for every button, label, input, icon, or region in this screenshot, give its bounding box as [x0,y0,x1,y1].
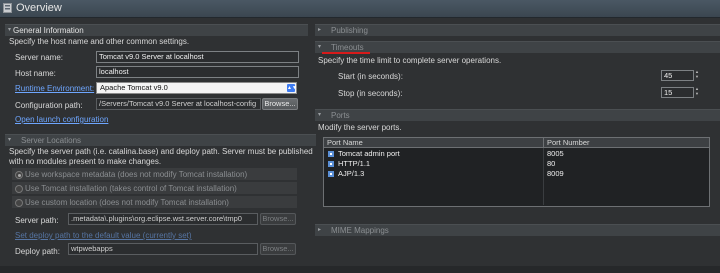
stop-timeout-field[interactable]: 15 [661,87,694,98]
server-icon [3,3,12,13]
collapse-icon: ▾ [8,27,12,33]
set-default-deploy-path-link[interactable]: Set deploy path to the default value (cu… [15,231,192,240]
column-port-number[interactable]: Port Number [544,138,709,148]
server-path-browse-button[interactable]: Browse... [260,213,296,225]
server-locations-description-1: Specify the server path (i.e. catalina.b… [9,147,313,156]
port-number-cell[interactable]: 80 [547,159,555,169]
server-locations-description-2: with no modules present to make changes. [9,157,162,166]
port-number-cell[interactable]: 8005 [547,149,564,159]
collapse-icon: ▾ [8,137,12,143]
port-name-cell: AJP/1.3 [338,169,365,178]
timeouts-header[interactable]: ▾ Timeouts [315,41,720,53]
open-launch-configuration-link[interactable]: Open launch configuration [15,115,108,124]
stop-timeout-stepper-icon[interactable]: ▲ ▼ [694,86,700,97]
ports-description: Modify the server ports. [318,123,402,132]
deploy-path-field[interactable]: wtpwebapps [68,243,258,255]
table-row[interactable]: AJP/1.3 8009 [324,169,709,179]
table-row[interactable]: HTTP/1.1 80 [324,159,709,169]
runtime-environment-select[interactable]: Apache Tomcat v9.0 ▲▼ [96,82,297,94]
server-locations-header[interactable]: ▾ Server Locations [5,134,316,146]
start-timeout-stepper-icon[interactable]: ▲ ▼ [694,69,700,80]
editor-title-bar [0,0,720,18]
server-name-label: Server name: [15,53,64,62]
expand-icon: ▸ [318,227,322,233]
radio-unselected[interactable] [15,185,23,193]
general-information-header[interactable]: ▾ General Information [5,24,308,36]
stop-timeout-label: Stop (in seconds): [338,89,403,98]
page-title: Overview [16,2,62,14]
bottom-tab-strip [0,266,720,273]
server-path-field[interactable]: .metadata\.plugins\org.eclipse.wst.serve… [68,213,258,225]
general-description: Specify the host name and other common s… [9,37,190,46]
start-timeout-field[interactable]: 45 [661,70,694,81]
port-icon [328,151,334,157]
port-icon [328,171,334,177]
publishing-header[interactable]: ▸ Publishing [315,24,720,36]
port-name-cell: Tomcat admin port [338,149,400,158]
timeouts-description: Specify the time limit to complete serve… [318,56,502,65]
ports-header[interactable]: ▾ Ports [315,109,720,121]
deploy-path-browse-button[interactable]: Browse... [260,243,296,255]
host-name-label: Host name: [15,69,56,78]
timeouts-red-underline [322,52,370,54]
column-port-name[interactable]: Port Name [324,138,544,148]
port-name-cell: HTTP/1.1 [338,159,371,168]
radio-unselected[interactable] [15,199,23,207]
mime-mappings-header[interactable]: ▸ MIME Mappings [315,224,720,236]
server-name-field[interactable]: Tomcat v9.0 Server at localhost [96,51,299,63]
start-timeout-label: Start (in seconds): [338,72,403,81]
host-name-field[interactable]: localhost [96,66,299,78]
configuration-path-label: Configuration path: [15,101,83,110]
option-custom-location[interactable]: Use custom location (does not modify Tom… [12,196,297,208]
configuration-path-field[interactable]: /Servers/Tomcat v9.0 Server at localhost… [96,98,261,110]
expand-icon: ▸ [318,27,322,33]
option-workspace-metadata[interactable]: Use workspace metadata (does not modify … [12,168,297,180]
option-tomcat-installation[interactable]: Use Tomcat installation (takes control o… [12,182,297,194]
table-row[interactable]: Tomcat admin port 8005 [324,149,709,159]
collapse-icon: ▾ [318,44,322,50]
runtime-environment-link[interactable]: Runtime Environment: [15,84,94,93]
configuration-browse-button[interactable]: Browse... [262,98,298,110]
dropdown-icon: ▲▼ [287,84,297,92]
server-path-label: Server path: [15,216,59,225]
port-number-cell[interactable]: 8009 [547,169,564,179]
ports-table: Port Name Port Number Tomcat admin port … [323,137,710,207]
port-icon [328,161,334,167]
collapse-icon: ▾ [318,112,322,118]
deploy-path-label: Deploy path: [15,247,60,256]
radio-selected[interactable] [15,171,23,179]
